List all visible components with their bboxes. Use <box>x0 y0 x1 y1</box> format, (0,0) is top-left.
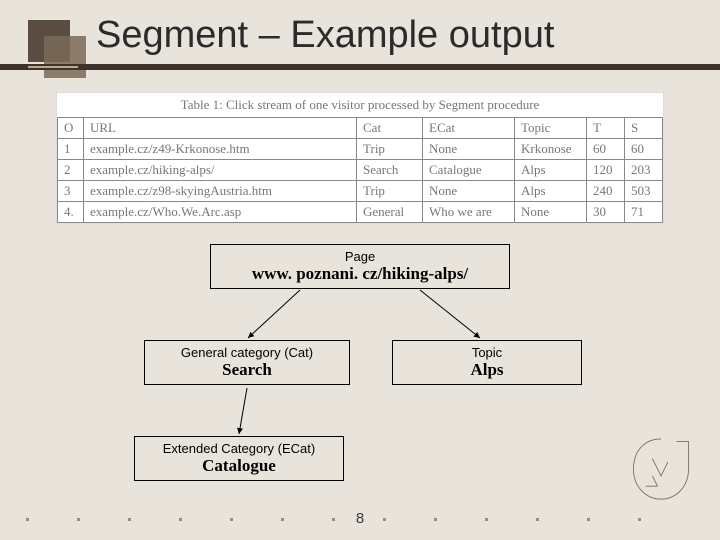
cell-t: 240 <box>587 181 625 202</box>
cell-ecat: None <box>423 181 515 202</box>
node-ecat-sup: Extended Category (ECat) <box>145 441 333 456</box>
cell-cat: Trip <box>357 181 423 202</box>
th-t: T <box>587 118 625 139</box>
cell-s: 503 <box>625 181 663 202</box>
decor-square-front <box>44 36 86 78</box>
decor-dots <box>26 518 694 526</box>
node-cat-main: Search <box>155 360 339 380</box>
node-cat: General category (Cat) Search <box>144 340 350 385</box>
cell-ecat: None <box>423 139 515 160</box>
cell-cat: Search <box>357 160 423 181</box>
th-topic: Topic <box>515 118 587 139</box>
node-page-main: www. poznani. cz/hiking-alps/ <box>221 264 499 284</box>
node-ecat: Extended Category (ECat) Catalogue <box>134 436 344 481</box>
cell-t: 120 <box>587 160 625 181</box>
node-topic-sup: Topic <box>403 345 571 360</box>
cell-topic: Alps <box>515 160 587 181</box>
cell-cat: Trip <box>357 139 423 160</box>
cell-topic: None <box>515 202 587 223</box>
th-ecat: ECat <box>423 118 515 139</box>
cell-url: example.cz/hiking-alps/ <box>84 160 357 181</box>
table-row: 4. example.cz/Who.We.Arc.asp General Who… <box>58 202 663 223</box>
table-caption: Table 1: Click stream of one visitor pro… <box>57 93 663 117</box>
cell-ecat: Catalogue <box>423 160 515 181</box>
cell-o: 1 <box>58 139 84 160</box>
cell-url: example.cz/z98-skyingAustria.htm <box>84 181 357 202</box>
decor-top-bar <box>0 64 720 70</box>
cell-url: example.cz/Who.We.Arc.asp <box>84 202 357 223</box>
table-header-row: O URL Cat ECat Topic T S <box>58 118 663 139</box>
cell-topic: Alps <box>515 181 587 202</box>
cell-s: 71 <box>625 202 663 223</box>
cell-s: 60 <box>625 139 663 160</box>
cell-topic: Krkonose <box>515 139 587 160</box>
table-row: 1 example.cz/z49-Krkonose.htm Trip None … <box>58 139 663 160</box>
clickstream-table-container: Table 1: Click stream of one visitor pro… <box>56 92 664 224</box>
table-row: 2 example.cz/hiking-alps/ Search Catalog… <box>58 160 663 181</box>
node-ecat-main: Catalogue <box>145 456 333 476</box>
cell-url: example.cz/z49-Krkonose.htm <box>84 139 357 160</box>
cell-o: 2 <box>58 160 84 181</box>
node-page: Page www. poznani. cz/hiking-alps/ <box>210 244 510 289</box>
node-cat-sup: General category (Cat) <box>155 345 339 360</box>
th-cat: Cat <box>357 118 423 139</box>
decor-inner-bar <box>28 66 78 68</box>
node-page-sup: Page <box>221 249 499 264</box>
th-s: S <box>625 118 663 139</box>
cell-ecat: Who we are <box>423 202 515 223</box>
node-topic: Topic Alps <box>392 340 582 385</box>
cell-t: 30 <box>587 202 625 223</box>
cell-t: 60 <box>587 139 625 160</box>
cell-o: 3 <box>58 181 84 202</box>
table-row: 3 example.cz/z98-skyingAustria.htm Trip … <box>58 181 663 202</box>
cell-o: 4. <box>58 202 84 223</box>
clickstream-table: O URL Cat ECat Topic T S 1 example.cz/z4… <box>57 117 663 223</box>
node-topic-main: Alps <box>403 360 571 380</box>
th-o: O <box>58 118 84 139</box>
cell-cat: General <box>357 202 423 223</box>
slide-title: Segment – Example output <box>96 14 554 57</box>
diagram: Page www. poznani. cz/hiking-alps/ Gener… <box>0 244 720 504</box>
th-url: URL <box>84 118 357 139</box>
cell-s: 203 <box>625 160 663 181</box>
university-logo <box>618 426 704 512</box>
